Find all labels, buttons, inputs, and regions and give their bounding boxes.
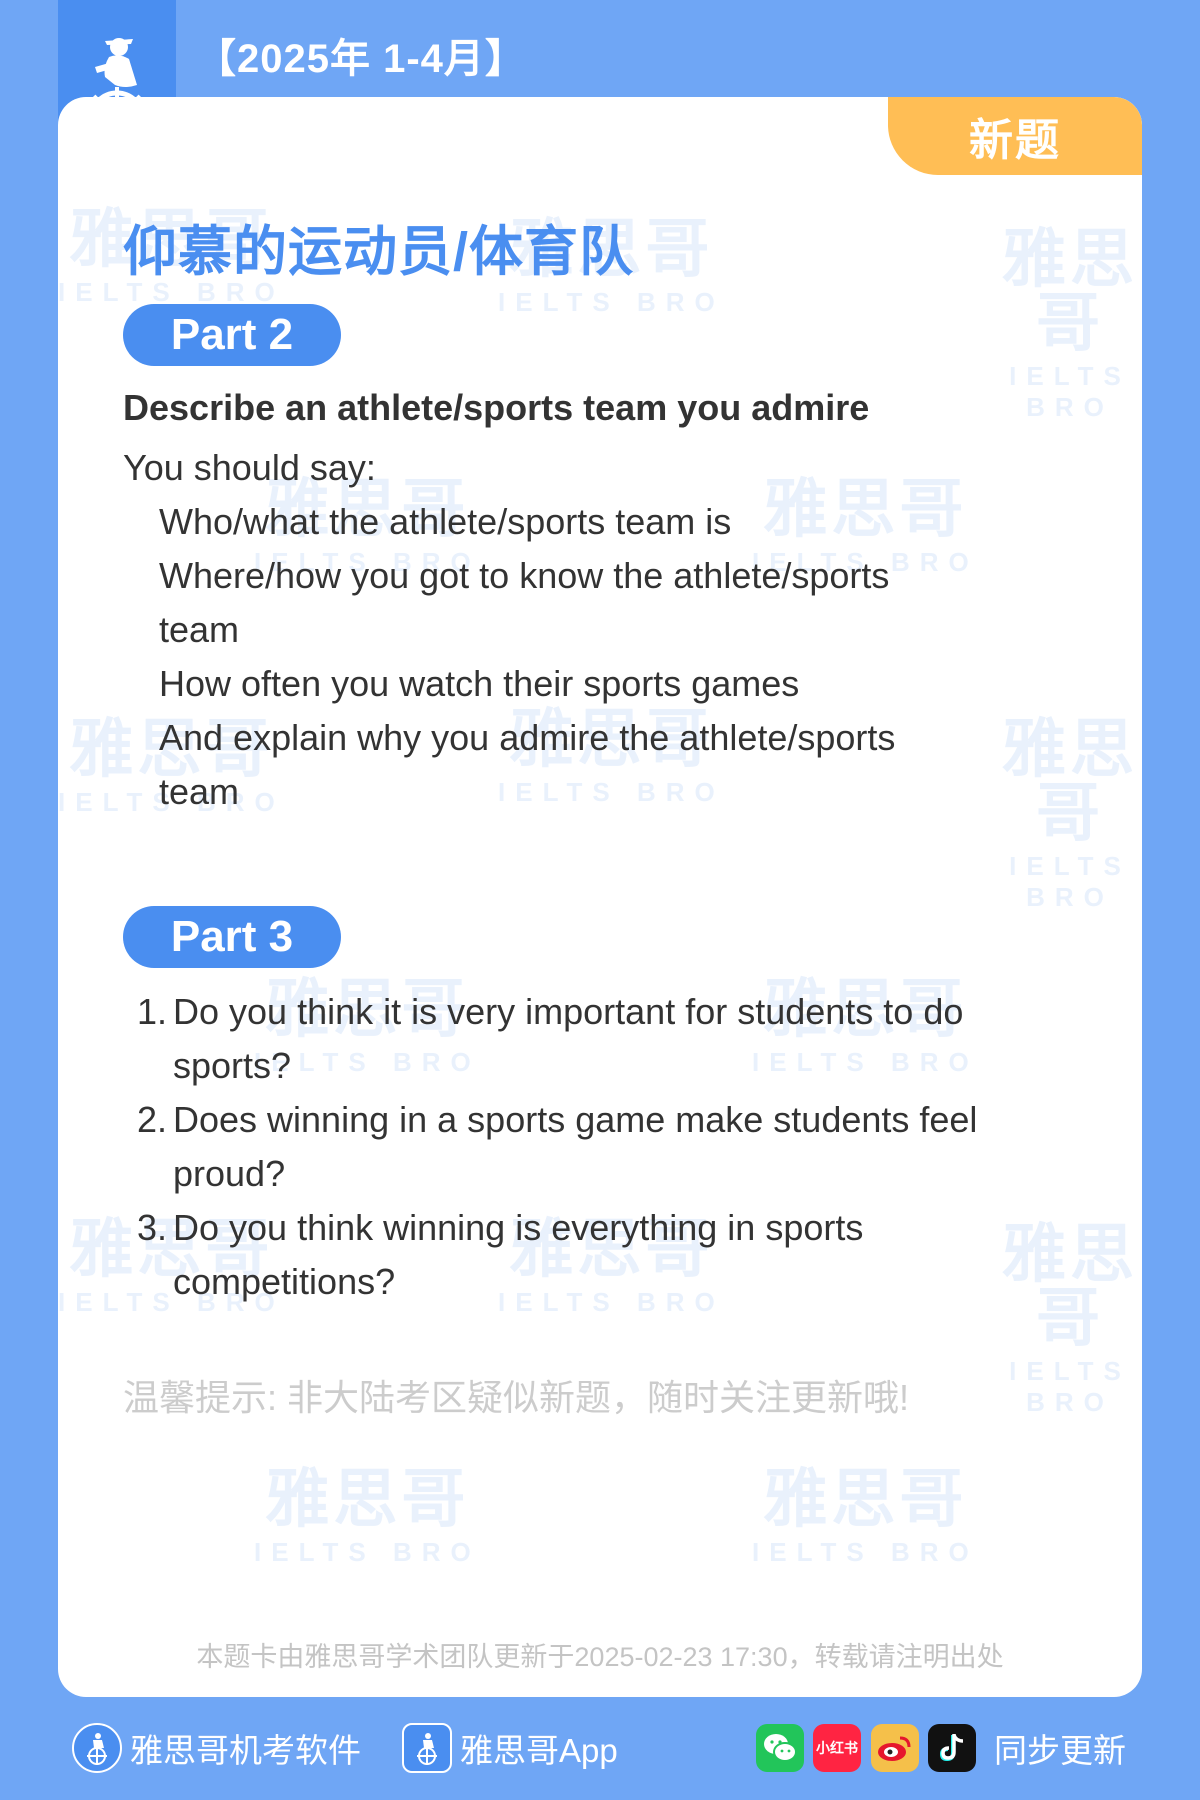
- new-question-tag: 新题: [888, 97, 1142, 175]
- topic-title: 仰慕的运动员/体育队: [123, 222, 635, 282]
- question-text: Do you think it is very important for st…: [173, 991, 964, 1086]
- wechat-icon[interactable]: [756, 1724, 804, 1772]
- bottom-bar: 雅思哥机考软件 雅思哥App 小红书 同步更新: [0, 1720, 1200, 1780]
- watermark: 雅思哥 IELTS BRO: [254, 1463, 481, 1567]
- part2-cue: Where/how you got to know the athlete/sp…: [159, 555, 890, 596]
- part2-pill: Part 2: [123, 304, 341, 366]
- question-number: 2.: [136, 1099, 167, 1140]
- period-label: 【2025年 1-4月】: [196, 37, 526, 81]
- douyin-icon[interactable]: [928, 1724, 976, 1772]
- question-number: 1.: [136, 991, 167, 1032]
- weibo-icon[interactable]: [871, 1724, 919, 1772]
- part2-cue: How often you watch their sports games: [159, 663, 800, 704]
- helmsman-logo: [402, 1723, 452, 1773]
- part2-cue: And explain why you admire the athlete/s…: [159, 717, 896, 758]
- part3-question: 3. Do you think winning is everything in…: [123, 1201, 1103, 1309]
- app-label: 雅思哥App: [460, 1732, 618, 1769]
- part2-heading: Describe an athlete/sports team you admi…: [123, 387, 870, 428]
- question-text: Does winning in a sports game make stude…: [173, 1099, 978, 1194]
- part2-intro: You should say:: [123, 447, 376, 488]
- tip-text: 温馨提示: 非大陆考区疑似新题，随时关注更新哦!: [123, 1377, 910, 1418]
- question-text: Do you think winning is everything in sp…: [173, 1207, 864, 1302]
- sync-label: 同步更新: [994, 1732, 1126, 1769]
- helmsman-logo: [72, 1723, 122, 1773]
- part2-body: You should say: Who/what the athlete/spo…: [123, 441, 1083, 819]
- update-footnote: 本题卡由雅思哥学术团队更新于2025-02-23 17:30，转载请注明出处: [196, 1642, 1004, 1672]
- software-label: 雅思哥机考软件: [130, 1732, 361, 1769]
- watermark: 雅思哥 IELTS BRO: [1002, 223, 1138, 422]
- part3-pill: Part 3: [123, 906, 341, 968]
- question-card: 雅思哥 IELTS BRO 雅思哥 IELTS BRO 雅思哥 IELTS BR…: [58, 97, 1142, 1697]
- part3-question-list: 1. Do you think it is very important for…: [123, 985, 1103, 1309]
- xiaohongshu-icon[interactable]: 小红书: [813, 1724, 861, 1772]
- part3-question: 2. Does winning in a sports game make st…: [123, 1093, 1103, 1201]
- part3-question: 1. Do you think it is very important for…: [123, 985, 1103, 1093]
- software-link[interactable]: 雅思哥机考软件: [72, 1720, 361, 1776]
- part2-cue: team: [159, 609, 240, 650]
- question-number: 3.: [136, 1207, 167, 1248]
- part2-cue: team: [159, 771, 240, 812]
- part2-cue: Who/what the athlete/sports team is: [159, 501, 732, 542]
- watermark: 雅思哥 IELTS BRO: [752, 1463, 979, 1567]
- app-link[interactable]: 雅思哥App: [402, 1720, 618, 1776]
